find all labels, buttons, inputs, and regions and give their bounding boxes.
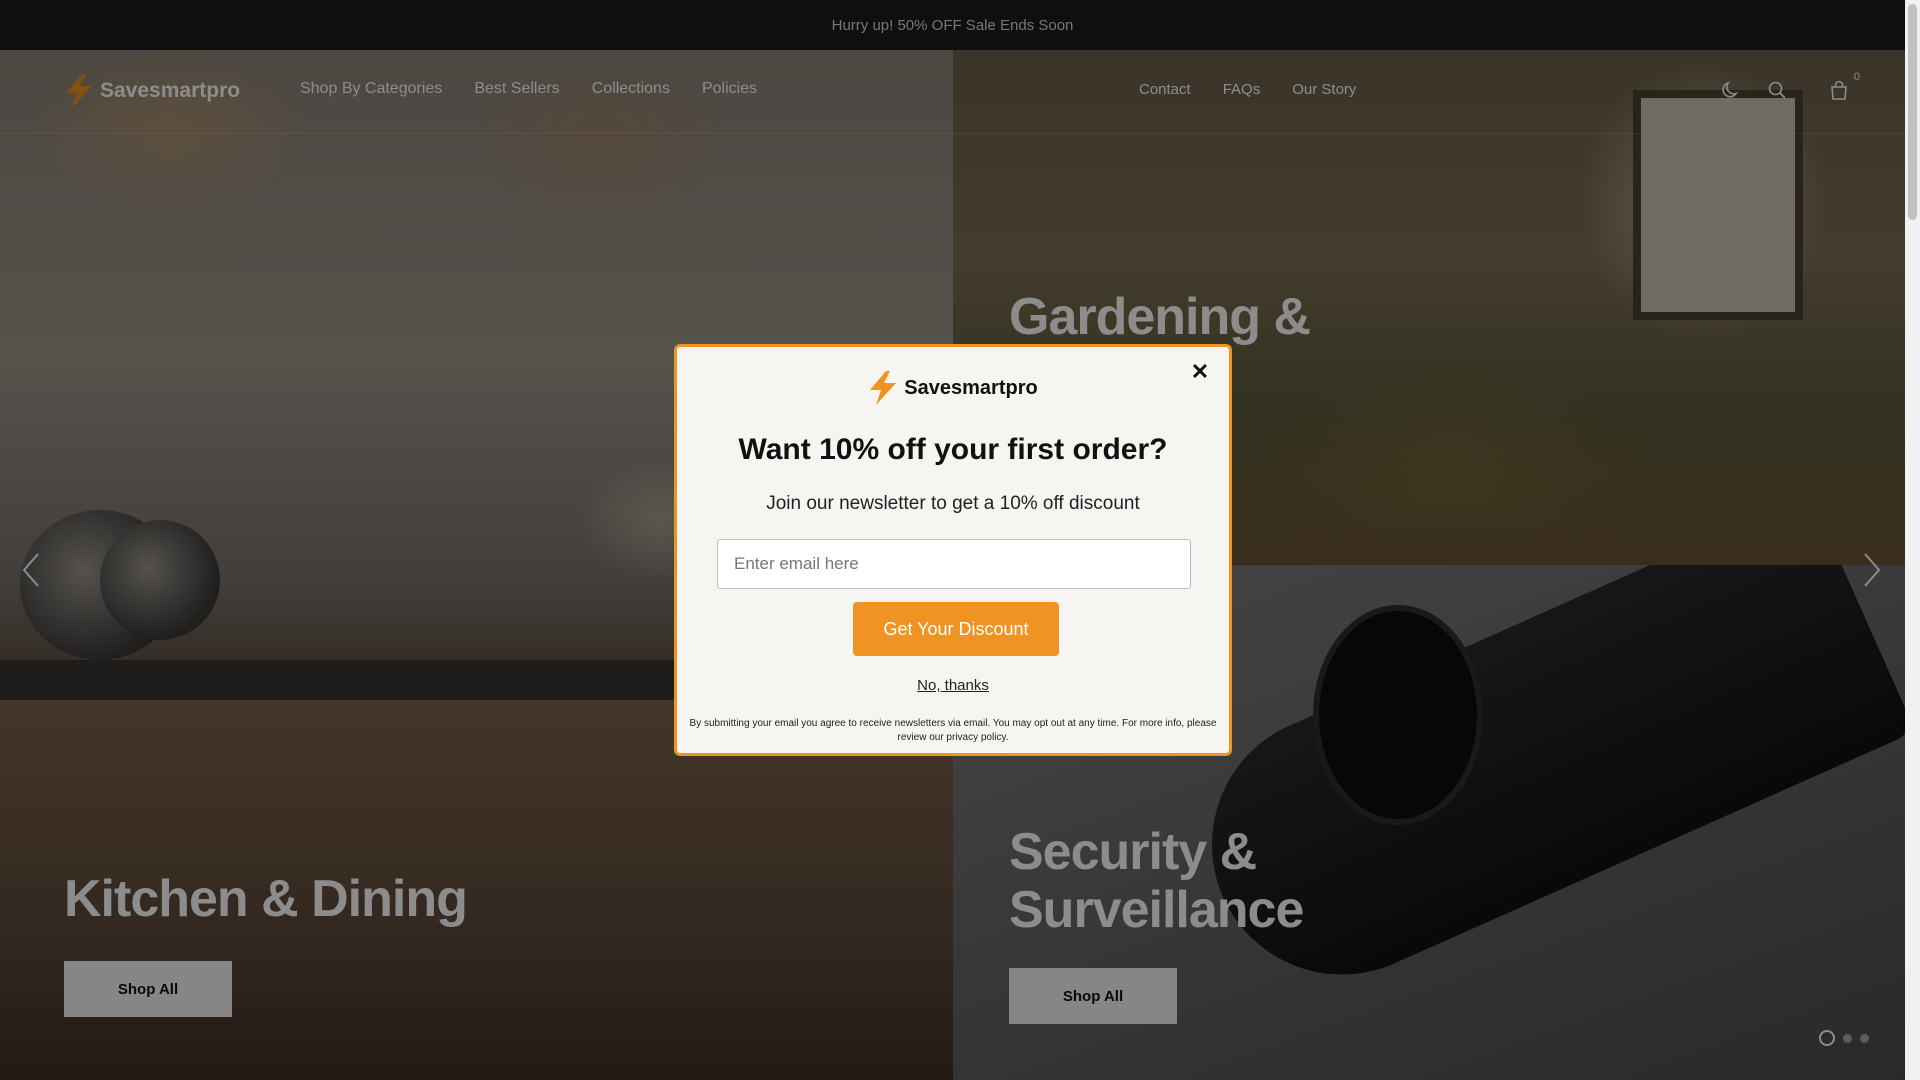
popup-logo-text: Savesmartpro	[904, 376, 1038, 399]
popup-subheading: Join our newsletter to get a 10% off dis…	[766, 493, 1140, 514]
email-input[interactable]	[717, 539, 1191, 589]
legal-disclaimer: By submitting your email you agree to re…	[689, 718, 1217, 743]
lightning-logo-icon	[870, 371, 897, 405]
get-discount-button[interactable]: Get Your Discount	[853, 602, 1059, 656]
popup-heading: Want 10% off your first order?	[738, 433, 1168, 466]
popup-logo: Savesmartpro	[677, 371, 1229, 405]
page-scrollbar[interactable]	[1905, 0, 1920, 1080]
no-thanks-link[interactable]: No, thanks	[677, 677, 1229, 694]
newsletter-popup: ✕ Savesmartpro Want 10% off your first o…	[674, 344, 1232, 756]
scrollbar-thumb[interactable]	[1908, 4, 1917, 220]
